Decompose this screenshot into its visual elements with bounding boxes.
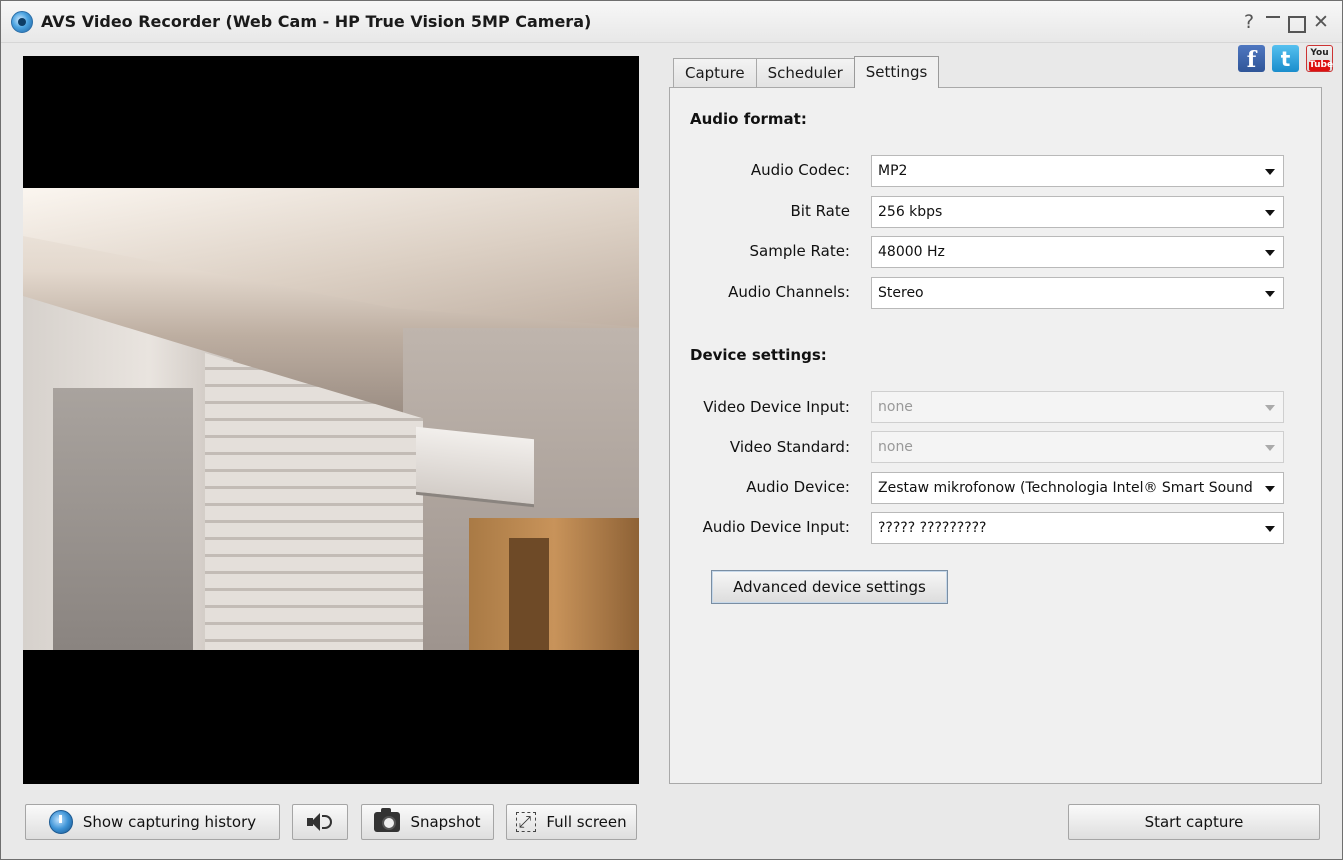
snapshot-label: Snapshot (410, 813, 481, 831)
audio-codec-label: Audio Codec: (750, 161, 850, 179)
tab-bar: Capture Scheduler Settings (673, 56, 940, 88)
full-screen-label: Full screen (546, 813, 627, 831)
video-standard-label: Video Standard: (729, 438, 850, 456)
window-controls: ? ✕ (1238, 9, 1332, 35)
audio-device-label: Audio Device: (746, 478, 850, 496)
start-capture-label: Start capture (1144, 813, 1244, 831)
chevron-down-icon (1265, 291, 1275, 297)
show-capturing-history-label: Show capturing history (82, 813, 257, 831)
twitter-icon[interactable]: t (1272, 45, 1299, 72)
video-preview (23, 56, 639, 784)
webcam-frame (23, 188, 639, 650)
audio-codec-value: MP2 (878, 163, 908, 179)
speaker-icon (307, 812, 333, 832)
camera-icon (374, 808, 401, 832)
audio-channels-select[interactable]: Stereo (871, 277, 1284, 309)
settings-panel: Audio format: Audio Codec: MP2 Bit Rate … (669, 87, 1322, 784)
youtube-icon[interactable]: You Tube (1306, 45, 1333, 72)
app-logo-icon (11, 11, 33, 33)
audio-device-input-label: Audio Device Input: (702, 518, 850, 536)
title-bar[interactable]: AVS Video Recorder (Web Cam - HP True Vi… (1, 1, 1342, 43)
video-standard-select: none (871, 431, 1284, 463)
audio-channels-value: Stereo (878, 285, 924, 301)
history-icon (48, 810, 73, 834)
audio-device-select[interactable]: Zestaw mikrofonow (Technologia Intel® Sm… (871, 472, 1284, 504)
audio-device-input-select[interactable]: ????? ????????? (871, 512, 1284, 544)
device-settings-title: Device settings: (690, 346, 827, 364)
maximize-icon[interactable] (1286, 11, 1308, 33)
window-title: AVS Video Recorder (Web Cam - HP True Vi… (41, 12, 592, 31)
tab-settings[interactable]: Settings (853, 56, 940, 88)
bit-rate-value: 256 kbps (878, 204, 943, 220)
audio-device-input-value: ????? ????????? (878, 520, 987, 536)
video-device-input-label: Video Device Input: (703, 398, 850, 416)
help-icon[interactable]: ? (1238, 10, 1260, 34)
youtube-icon-text-top: You (1310, 48, 1329, 58)
chevron-down-icon (1265, 210, 1275, 216)
video-standard-value: none (878, 439, 913, 455)
tab-scheduler[interactable]: Scheduler (755, 58, 855, 88)
chevron-down-icon (1265, 250, 1275, 256)
audio-device-value: Zestaw mikrofonow (Technologia Intel® Sm… (878, 480, 1253, 496)
sample-rate-select[interactable]: 48000 Hz (871, 236, 1284, 268)
video-device-input-select: none (871, 391, 1284, 423)
sample-rate-value: 48000 Hz (878, 244, 945, 260)
snapshot-button[interactable]: Snapshot (361, 804, 494, 840)
advanced-device-settings-button[interactable]: Advanced device settings (711, 570, 948, 604)
facebook-icon[interactable]: f (1238, 45, 1265, 73)
bit-rate-label: Bit Rate (790, 202, 850, 220)
show-capturing-history-button[interactable]: Show capturing history (25, 804, 280, 840)
app-window: AVS Video Recorder (Web Cam - HP True Vi… (0, 0, 1343, 860)
tab-capture[interactable]: Capture (673, 58, 757, 88)
close-icon[interactable]: ✕ (1310, 10, 1332, 34)
audio-channels-label: Audio Channels: (728, 283, 850, 301)
audio-codec-select[interactable]: MP2 (871, 155, 1284, 187)
youtube-icon-text-bottom: Tube (1309, 60, 1334, 71)
chevron-down-icon (1265, 405, 1275, 411)
audio-format-title: Audio format: (690, 110, 807, 128)
sample-rate-label: Sample Rate: (749, 242, 850, 260)
chevron-down-icon (1265, 169, 1275, 175)
bit-rate-select[interactable]: 256 kbps (871, 196, 1284, 228)
video-device-input-value: none (878, 399, 913, 415)
volume-button[interactable] (292, 804, 348, 840)
chevron-down-icon (1265, 486, 1275, 492)
chevron-down-icon (1265, 445, 1275, 451)
full-screen-button[interactable]: Full screen (506, 804, 637, 840)
start-capture-button[interactable]: Start capture (1068, 804, 1320, 840)
chevron-down-icon (1265, 526, 1275, 532)
fullscreen-icon (516, 805, 537, 839)
